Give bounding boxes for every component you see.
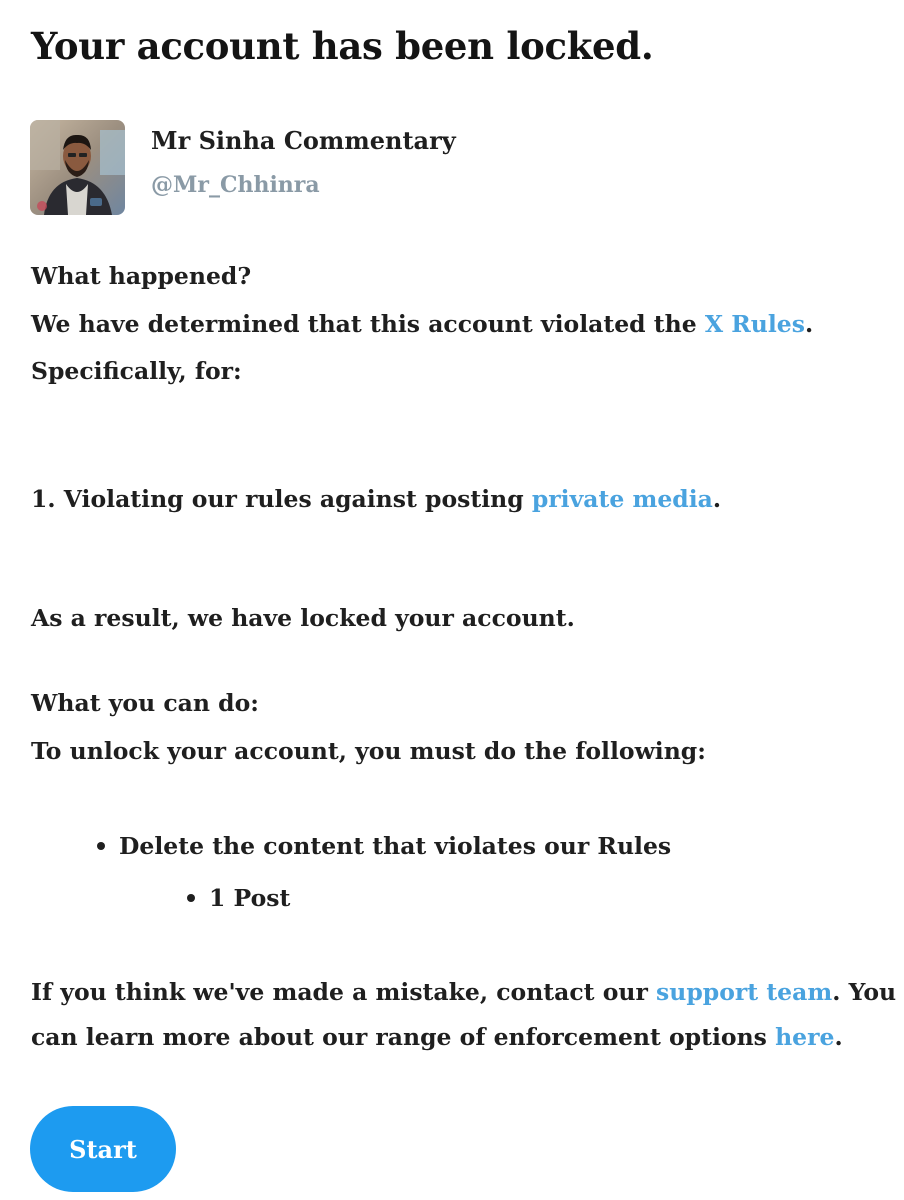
violation-item: 1. Violating our rules against posting p…	[31, 485, 721, 513]
bullet-icon	[187, 893, 195, 902]
footer-text: If you think we've made a mistake, conta…	[31, 978, 657, 1006]
support-team-link[interactable]: support team	[656, 978, 832, 1006]
period: .	[712, 485, 722, 513]
private-media-link[interactable]: private media	[532, 485, 713, 513]
what-happened-heading: What happened?	[31, 262, 252, 290]
specifically-label: Specifically, for:	[31, 357, 242, 385]
unlock-instruction: To unlock your account, you must do the …	[31, 737, 706, 765]
violation-statement: We have determined that this account vio…	[31, 310, 813, 338]
start-button[interactable]: Start	[30, 1106, 176, 1192]
footer-text: . You	[832, 978, 897, 1006]
list-item: Delete the content that violates our Rul…	[97, 832, 671, 860]
profile-display-name: Mr Sinha Commentary	[151, 126, 456, 155]
sub-list-item: 1 Post	[187, 884, 290, 912]
here-link[interactable]: here	[775, 1023, 834, 1051]
what-you-can-do-heading: What you can do:	[31, 689, 259, 717]
page-title: Your account has been locked.	[31, 24, 654, 68]
sub-list-item-text: 1 Post	[209, 884, 291, 912]
violation-statement-text: We have determined that this account vio…	[31, 310, 705, 338]
avatar[interactable]	[30, 120, 125, 215]
footer-line-2: can learn more about our range of enforc…	[31, 1023, 843, 1051]
footer-line-1: If you think we've made a mistake, conta…	[31, 978, 896, 1006]
violation-item-text: 1. Violating our rules against posting	[31, 485, 532, 513]
list-item-text: Delete the content that violates our Rul…	[119, 832, 672, 860]
result-statement: As a result, we have locked your account…	[31, 604, 575, 632]
bullet-icon	[97, 841, 105, 850]
footer-text: can learn more about our range of enforc…	[31, 1023, 776, 1051]
profile-handle: @Mr_Chhinra	[151, 172, 320, 198]
x-rules-link[interactable]: X Rules	[705, 310, 805, 338]
period: .	[804, 310, 814, 338]
avatar-photo	[30, 120, 125, 215]
period: .	[834, 1023, 843, 1051]
